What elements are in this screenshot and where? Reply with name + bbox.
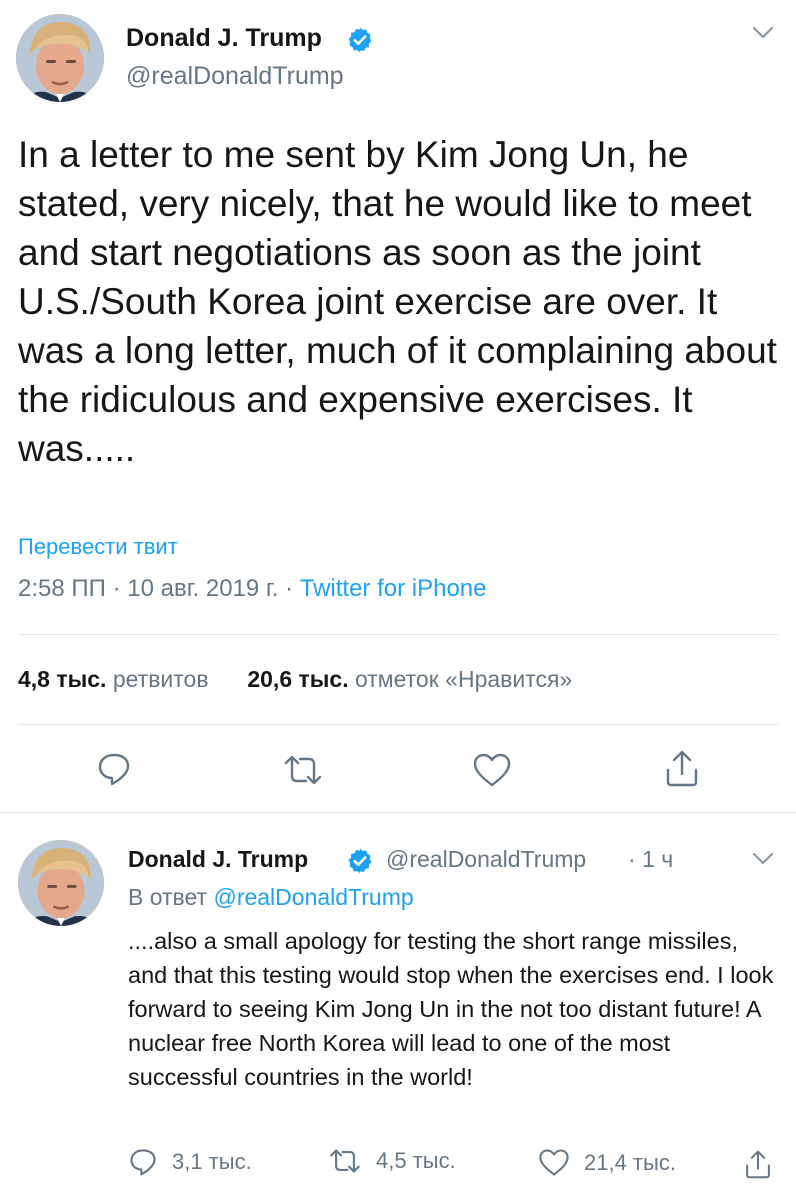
heart-icon[interactable] — [472, 752, 512, 788]
translate-tweet-link[interactable]: Перевести твит — [18, 534, 178, 560]
tweet-source-link[interactable]: Twitter for iPhone — [300, 575, 487, 602]
reply-mention-link[interactable]: @realDonaldTrump — [213, 884, 413, 910]
likes-count: 20,6 тыс. — [247, 666, 349, 692]
reply-button[interactable]: 3,1 тыс. — [128, 1148, 252, 1176]
retweets-label: ретвитов — [112, 666, 209, 692]
heart-icon — [539, 1149, 569, 1176]
retweets-count: 4,8 тыс. — [18, 666, 107, 692]
author-name[interactable]: Donald J. Trump — [126, 24, 322, 53]
reply-count: 3,1 тыс. — [172, 1149, 252, 1174]
likes-label: отметок «Нравится» — [354, 666, 573, 692]
share-icon — [746, 1150, 770, 1179]
meta-separator: · — [112, 575, 121, 602]
divider — [18, 724, 778, 725]
reply-icon — [130, 1149, 156, 1176]
verified-badge-icon — [348, 27, 372, 53]
chevron-down-icon[interactable] — [752, 852, 774, 866]
chevron-down-icon[interactable] — [752, 26, 774, 40]
author-avatar[interactable] — [18, 840, 104, 926]
tweet-date[interactable]: 10 авг. 2019 г. — [127, 575, 278, 602]
verified-badge-icon — [348, 848, 372, 874]
author-name[interactable]: Donald J. Trump — [128, 846, 308, 873]
meta-separator: · — [285, 575, 294, 602]
like-count: 21,4 тыс. — [584, 1149, 676, 1175]
like-button[interactable]: 21,4 тыс. — [538, 1148, 676, 1177]
retweet-button[interactable]: 4,5 тыс. — [328, 1148, 456, 1174]
divider — [0, 812, 796, 813]
retweet-icon — [330, 1149, 360, 1173]
tweet-text: In a letter to me sent by Kim Jong Un, h… — [18, 134, 777, 469]
tweet-time: 2:58 ПП — [18, 575, 106, 602]
reply-context: В ответ @realDonaldTrump — [128, 884, 414, 911]
engagement-stats: 4,8 тыс. ретвитов 20,6 тыс. отметок «Нра… — [18, 666, 572, 693]
share-button[interactable] — [744, 1148, 786, 1180]
author-avatar[interactable] — [16, 14, 104, 102]
tweet-text: ....also a small apology for testing the… — [128, 928, 774, 1090]
retweets-stat[interactable]: 4,8 тыс. ретвитов — [18, 666, 209, 692]
divider — [18, 634, 778, 635]
share-icon[interactable] — [664, 748, 700, 788]
author-handle[interactable]: @realDonaldTrump — [386, 846, 586, 873]
retweet-count: 4,5 тыс. — [376, 1148, 456, 1173]
tweet-meta: 2:58 ПП · 10 авг. 2019 г. · Twitter for … — [18, 575, 487, 603]
retweet-icon[interactable] — [282, 754, 324, 786]
author-handle[interactable]: @realDonaldTrump — [126, 62, 344, 91]
reply-prefix: В ответ — [128, 884, 208, 910]
likes-stat[interactable]: 20,6 тыс. отметок «Нравится» — [247, 666, 572, 692]
tweet-time-ago[interactable]: · 1 ч — [628, 846, 673, 873]
reply-icon[interactable] — [96, 752, 132, 786]
